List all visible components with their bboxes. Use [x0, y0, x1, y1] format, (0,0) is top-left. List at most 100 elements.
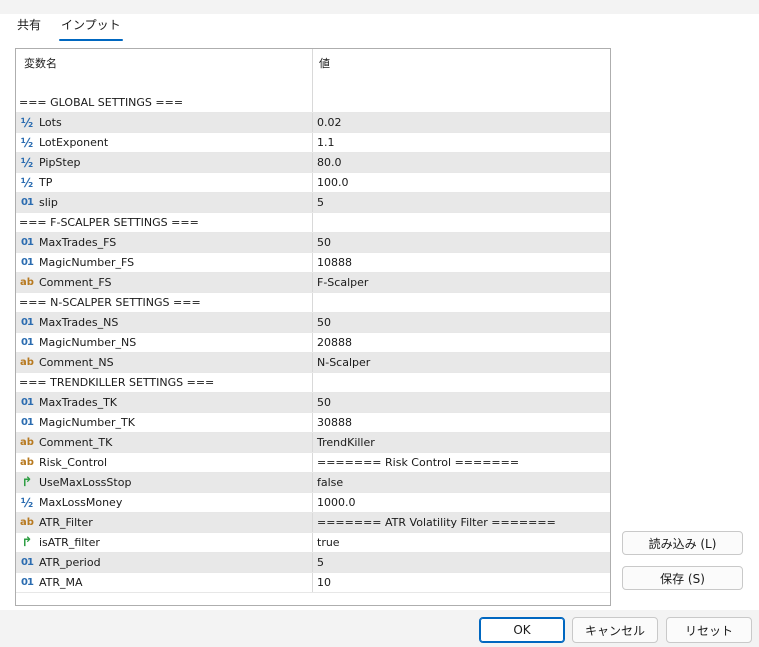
- tab-common[interactable]: 共有: [14, 16, 44, 38]
- inputs-table[interactable]: 変数名 値 === GLOBAL SETTINGS === ½ Lots 0.02 ½ L…: [15, 48, 611, 606]
- table-row[interactable]: ½ LotExponent 1.1: [16, 133, 610, 153]
- value-cell[interactable]: ======= ATR Volatility Filter =======: [313, 513, 610, 532]
- table-row[interactable]: 01 ATR_period 5: [16, 553, 610, 573]
- table-row[interactable]: 01 MagicNumber_FS 10888: [16, 253, 610, 273]
- value-cell[interactable]: 5: [313, 553, 610, 572]
- table-row[interactable]: ↱ isATR_filter true: [16, 533, 610, 553]
- value-cell[interactable]: 80.0: [313, 153, 610, 172]
- value-cell[interactable]: 1.1: [313, 133, 610, 152]
- variable-value[interactable]: ======= Risk Control =======: [317, 456, 519, 469]
- variable-name: TP: [39, 176, 53, 189]
- variable-value[interactable]: 1000.0: [317, 496, 356, 509]
- variable-value[interactable]: 10888: [317, 256, 352, 269]
- value-cell[interactable]: 100.0: [313, 173, 610, 192]
- value-cell[interactable]: [313, 213, 610, 232]
- double-icon: ½: [20, 495, 34, 510]
- variable-value[interactable]: 50: [317, 236, 331, 249]
- cancel-button[interactable]: キャンセル: [572, 617, 658, 643]
- value-cell[interactable]: 50: [313, 233, 610, 252]
- variable-name: Risk_Control: [39, 456, 108, 469]
- variable-value[interactable]: true: [317, 536, 340, 549]
- variable-value[interactable]: ======= ATR Volatility Filter =======: [317, 516, 556, 529]
- value-cell[interactable]: 20888: [313, 333, 610, 352]
- variable-value[interactable]: 30888: [317, 416, 352, 429]
- variable-name: MaxLossMoney: [39, 496, 123, 509]
- table-row[interactable]: ab ATR_Filter ======= ATR Volatility Filte…: [16, 513, 610, 533]
- table-row[interactable]: ½ MaxLossMoney 1000.0: [16, 493, 610, 513]
- table-row[interactable]: === F-SCALPER SETTINGS ===: [16, 213, 610, 233]
- variable-value[interactable]: 1.1: [317, 136, 335, 149]
- value-cell[interactable]: N-Scalper: [313, 353, 610, 372]
- variable-name-cell: === GLOBAL SETTINGS ===: [16, 93, 313, 112]
- variable-value[interactable]: 0.02: [317, 116, 342, 129]
- table-row[interactable]: ab Comment_NS N-Scalper: [16, 353, 610, 373]
- variable-value[interactable]: 20888: [317, 336, 352, 349]
- value-cell[interactable]: F-Scalper: [313, 273, 610, 292]
- variable-value[interactable]: 50: [317, 316, 331, 329]
- value-cell[interactable]: TrendKiller: [313, 433, 610, 452]
- variable-value[interactable]: 5: [317, 556, 324, 569]
- variable-value[interactable]: 50: [317, 396, 331, 409]
- table-row[interactable]: === N-SCALPER SETTINGS ===: [16, 293, 610, 313]
- variable-name-cell: ½ TP: [16, 173, 313, 192]
- table-row[interactable]: ↱ UseMaxLossStop false: [16, 473, 610, 493]
- table-row[interactable]: ab Comment_TK TrendKiller: [16, 433, 610, 453]
- variable-name: ATR_Filter: [39, 516, 93, 529]
- variable-value[interactable]: 5: [317, 196, 324, 209]
- integer-icon: 01: [21, 196, 34, 208]
- value-cell[interactable]: [313, 293, 610, 312]
- column-header-name[interactable]: 変数名: [16, 49, 313, 93]
- value-cell[interactable]: true: [313, 533, 610, 552]
- table-row[interactable]: 01 MagicNumber_TK 30888: [16, 413, 610, 433]
- table-row[interactable]: ab Comment_FS F-Scalper: [16, 273, 610, 293]
- value-cell[interactable]: 30888: [313, 413, 610, 432]
- variable-value[interactable]: 10: [317, 576, 331, 589]
- variable-name-cell: ½ LotExponent: [16, 133, 313, 152]
- variable-value[interactable]: false: [317, 476, 343, 489]
- integer-icon: 01: [21, 316, 34, 328]
- ok-button[interactable]: OK: [479, 617, 565, 643]
- integer-icon: 01: [21, 236, 34, 248]
- variable-name: MaxTrades_FS: [39, 236, 117, 249]
- variable-name-cell: 01 MagicNumber_FS: [16, 253, 313, 272]
- value-cell[interactable]: 1000.0: [313, 493, 610, 512]
- save-button[interactable]: 保存 (S): [622, 566, 743, 590]
- value-cell[interactable]: false: [313, 473, 610, 492]
- value-cell[interactable]: 0.02: [313, 113, 610, 132]
- table-row[interactable]: 01 slip 5: [16, 193, 610, 213]
- table-row[interactable]: ½ PipStep 80.0: [16, 153, 610, 173]
- table-row[interactable]: 01 MaxTrades_TK 50: [16, 393, 610, 413]
- table-row[interactable]: 01 MagicNumber_NS 20888: [16, 333, 610, 353]
- table-row[interactable]: ½ TP 100.0: [16, 173, 610, 193]
- variable-value[interactable]: 80.0: [317, 156, 342, 169]
- variable-name-cell: === N-SCALPER SETTINGS ===: [16, 293, 313, 312]
- table-row[interactable]: 01 MaxTrades_NS 50: [16, 313, 610, 333]
- table-row[interactable]: ab Risk_Control ======= Risk Control =====…: [16, 453, 610, 473]
- load-button[interactable]: 読み込み (L): [622, 531, 743, 555]
- value-cell[interactable]: 50: [313, 393, 610, 412]
- value-cell[interactable]: 50: [313, 313, 610, 332]
- tab-inputs[interactable]: インプット: [58, 16, 124, 41]
- variable-value[interactable]: N-Scalper: [317, 356, 370, 369]
- value-cell[interactable]: [313, 373, 610, 392]
- value-cell[interactable]: ======= Risk Control =======: [313, 453, 610, 472]
- column-header-value[interactable]: 値: [313, 49, 610, 93]
- table-row[interactable]: ½ Lots 0.02: [16, 113, 610, 133]
- variable-value[interactable]: TrendKiller: [317, 436, 375, 449]
- value-cell[interactable]: 10: [313, 573, 610, 592]
- table-row[interactable]: 01 ATR_MA 10: [16, 573, 610, 593]
- value-cell[interactable]: 5: [313, 193, 610, 212]
- variable-value[interactable]: F-Scalper: [317, 276, 368, 289]
- double-icon: ½: [20, 175, 34, 190]
- value-cell[interactable]: [313, 93, 610, 112]
- variable-value[interactable]: 100.0: [317, 176, 349, 189]
- variable-name: MagicNumber_TK: [39, 416, 135, 429]
- table-row[interactable]: 01 MaxTrades_FS 50: [16, 233, 610, 253]
- table-row[interactable]: === TRENDKILLER SETTINGS ===: [16, 373, 610, 393]
- value-cell[interactable]: 10888: [313, 253, 610, 272]
- variable-name: ATR_MA: [39, 576, 83, 589]
- string-icon: ab: [20, 436, 34, 448]
- variable-name-cell: ½ Lots: [16, 113, 313, 132]
- table-row[interactable]: === GLOBAL SETTINGS ===: [16, 93, 610, 113]
- reset-button[interactable]: リセット: [666, 617, 752, 643]
